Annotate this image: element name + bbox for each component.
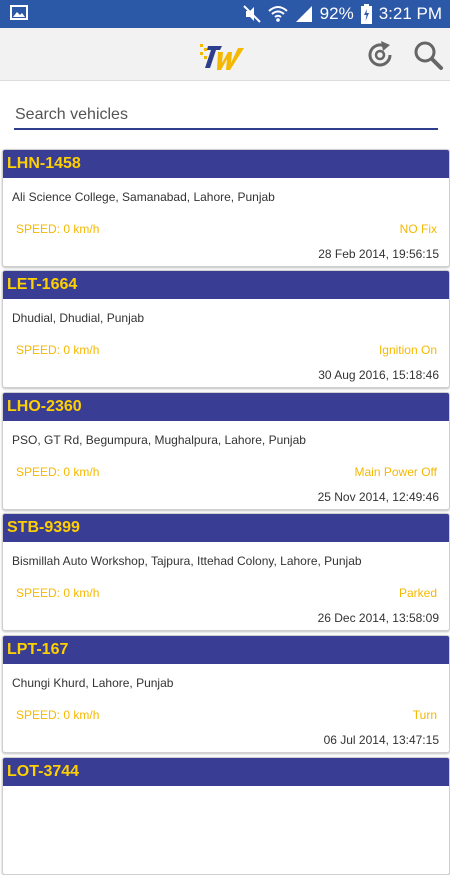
vehicle-timestamp: 28 Feb 2014, 19:56:15 (318, 247, 439, 261)
vehicle-address: Bismillah Auto Workshop, Tajpura, Itteha… (12, 554, 362, 568)
vehicle-status: Turn (412, 708, 437, 722)
vehicle-plate: STB-9399 (3, 514, 449, 542)
vehicle-plate: LET-1664 (3, 271, 449, 299)
vehicle-address: Dhudial, Dhudial, Punjab (12, 311, 145, 325)
vehicle-speed: SPEED: 0 km/h (16, 343, 100, 357)
vehicle-speed: SPEED: 0 km/h (16, 465, 100, 479)
vehicle-address: Ali Science College, Samanabad, Lahore, … (12, 190, 275, 204)
battery-percent: 92% (319, 4, 354, 23)
vehicle-speed: SPEED: 0 km/h (16, 708, 100, 722)
wifi-icon (267, 6, 288, 22)
vehicle-status: Ignition On (378, 343, 437, 357)
vehicle-card[interactable]: STB-9399 Bismillah Auto Workshop, Tajpur… (2, 513, 450, 631)
vehicle-plate: LHN-1458 (3, 150, 449, 178)
battery-charging-icon (360, 4, 372, 24)
vehicle-plate: LOT-3744 (3, 758, 449, 786)
vehicle-card[interactable]: LHN-1458 Ali Science College, Samanabad,… (2, 149, 450, 267)
tw-logo (200, 44, 244, 70)
vehicle-status: NO Fix (399, 222, 437, 236)
vehicle-card[interactable]: LHO-2360 PSO, GT Rd, Begumpura, Mughalpu… (2, 392, 450, 510)
search-input[interactable] (14, 102, 438, 130)
vehicle-plate: LHO-2360 (3, 393, 449, 421)
vehicle-status: Parked (398, 586, 437, 600)
vehicle-timestamp: 25 Nov 2014, 12:49:46 (317, 490, 439, 504)
vehicle-timestamp: 26 Dec 2014, 13:58:09 (317, 611, 439, 625)
vehicle-card[interactable]: LOT-3744 (2, 757, 450, 875)
vehicle-speed: SPEED: 0 km/h (16, 222, 100, 236)
search-icon[interactable] (412, 39, 444, 71)
vehicle-timestamp: 30 Aug 2016, 15:18:46 (318, 368, 439, 382)
refresh-icon[interactable] (364, 39, 396, 71)
vehicle-plate: LPT-167 (3, 636, 449, 664)
vehicle-card[interactable]: LET-1664 Dhudial, Dhudial, Punjab SPEED:… (2, 270, 450, 388)
vehicle-speed: SPEED: 0 km/h (16, 586, 100, 600)
vehicle-address: Chungi Khurd, Lahore, Punjab (12, 676, 174, 690)
signal-icon (295, 6, 312, 22)
search-field (14, 102, 438, 130)
vehicle-timestamp: 06 Jul 2014, 13:47:15 (323, 733, 439, 747)
mute-icon (242, 5, 261, 23)
status-bar: 92% 3:21 PM (0, 0, 450, 28)
gallery-notification-icon (10, 5, 28, 20)
vehicle-card[interactable]: LPT-167 Chungi Khurd, Lahore, Punjab SPE… (2, 635, 450, 753)
vehicle-address: PSO, GT Rd, Begumpura, Mughalpura, Lahor… (12, 433, 306, 447)
vehicle-status: Main Power Off (354, 465, 437, 479)
clock: 3:21 PM (378, 4, 442, 23)
